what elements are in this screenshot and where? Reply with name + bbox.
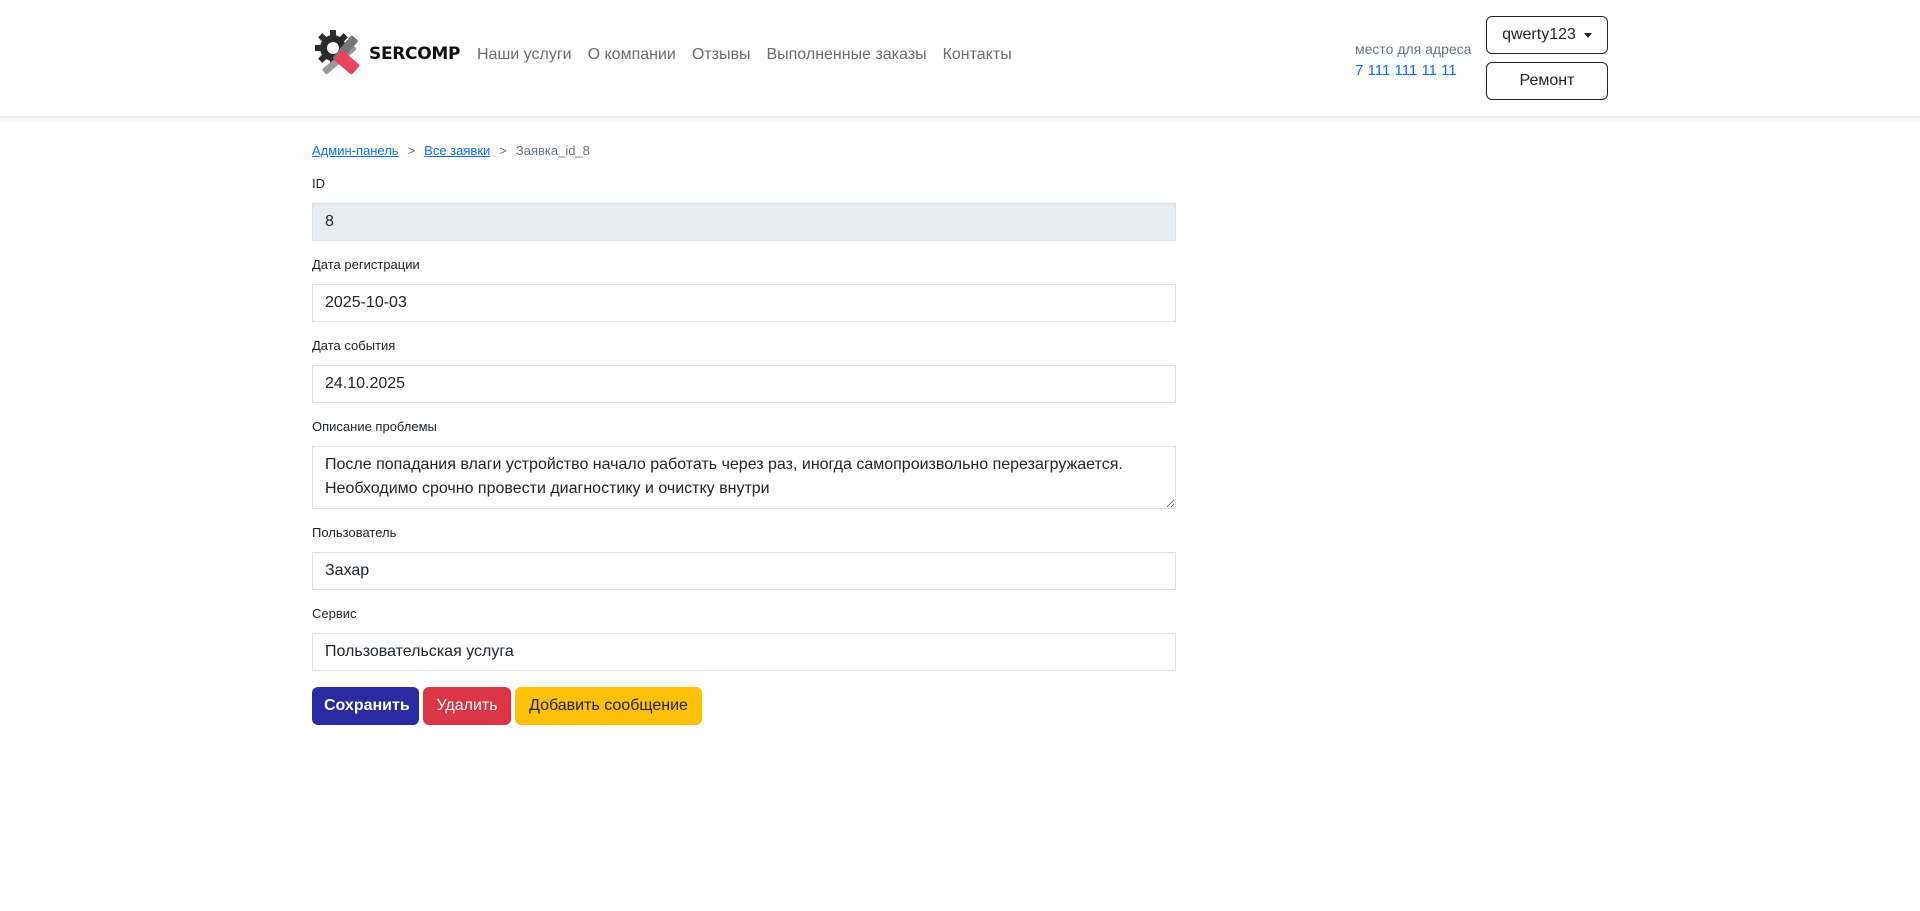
contact-info: место для адреса 7 111 111 11 11 [1355, 39, 1471, 81]
description-field-group: Описание проблемы После попадания влаги … [312, 419, 1176, 509]
save-button[interactable]: Сохранить [312, 687, 419, 725]
reg-date-label: Дата регистрации [312, 257, 420, 272]
breadcrumb-admin-link[interactable]: Админ-панель [312, 143, 399, 158]
id-field-group: ID [312, 176, 1176, 241]
brand-logo[interactable]: SERCOMP [311, 26, 460, 82]
id-label: ID [312, 176, 325, 191]
repair-button[interactable]: Ремонт [1486, 62, 1608, 100]
user-label: Пользователь [312, 525, 397, 540]
event-date-label: Дата события [312, 338, 396, 353]
event-date-input[interactable] [312, 365, 1176, 403]
nav-link-completed-orders[interactable]: Выполненные заказы [766, 46, 926, 64]
breadcrumb-all-requests-link[interactable]: Все заявки [424, 143, 490, 158]
breadcrumb-separator: > [499, 143, 507, 158]
event-date-field-group: Дата события [312, 338, 1176, 403]
nav-link-reviews[interactable]: Отзывы [692, 46, 751, 64]
phone-link[interactable]: 7 111 111 11 11 [1355, 62, 1457, 79]
id-input[interactable] [312, 203, 1176, 241]
reg-date-field-group: Дата регистрации [312, 257, 1176, 322]
brand-name: SERCOMP [369, 44, 461, 64]
service-field-group: Сервис [312, 606, 1176, 671]
service-label: Сервис [312, 606, 357, 621]
breadcrumb: Админ-панель > Все заявки > Заявка_id_8 [312, 143, 1176, 158]
form-actions: Сохранить Удалить Добавить сообщение [312, 687, 1176, 725]
address-text: место для адреса [1355, 41, 1472, 57]
delete-button[interactable]: Удалить [423, 687, 511, 725]
username-label: qwerty123 [1502, 26, 1576, 43]
add-message-button[interactable]: Добавить сообщение [515, 687, 702, 725]
breadcrumb-current: Заявка_id_8 [515, 143, 590, 158]
service-input[interactable] [312, 633, 1176, 671]
user-dropdown-button[interactable]: qwerty123 [1486, 16, 1608, 54]
user-field-group: Пользователь [312, 525, 1176, 590]
gear-wrench-icon [311, 26, 367, 82]
caret-down-icon [1583, 32, 1592, 38]
main-nav: Наши услуги О компании Отзывы Выполненны… [477, 46, 1028, 64]
nav-link-about[interactable]: О компании [588, 46, 676, 64]
main-content: Админ-панель > Все заявки > Заявка_id_8 … [312, 143, 1176, 725]
nav-link-services[interactable]: Наши услуги [477, 46, 572, 64]
user-input[interactable] [312, 552, 1176, 590]
navbar: SERCOMP Наши услуги О компании Отзывы Вы… [0, 0, 1920, 117]
breadcrumb-separator: > [407, 143, 416, 158]
nav-link-contacts[interactable]: Контакты [943, 46, 1012, 64]
description-textarea[interactable]: После попадания влаги устройство начало … [312, 446, 1176, 509]
reg-date-input[interactable] [312, 284, 1176, 322]
description-label: Описание проблемы [312, 419, 437, 434]
